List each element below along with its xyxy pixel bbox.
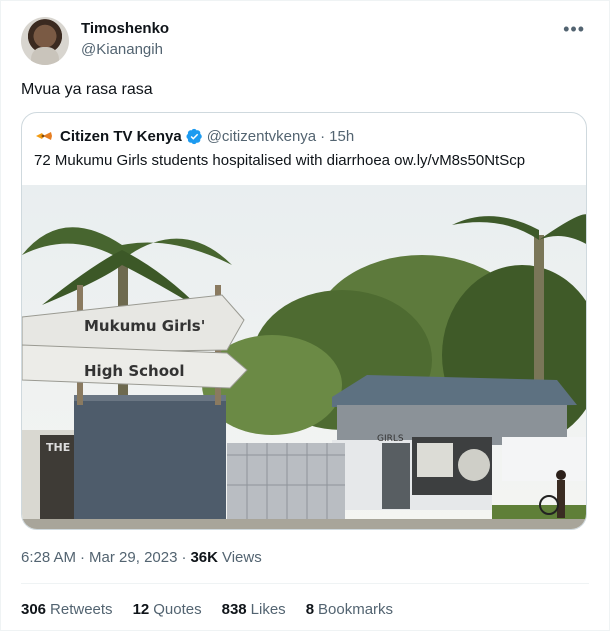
quotes-count: 12 [132, 601, 150, 618]
citizen-tv-logo-icon [34, 126, 54, 146]
likes-stat[interactable]: 838 Likes [222, 601, 286, 618]
retweets-count: 306 [21, 601, 47, 618]
retweets-stat[interactable]: 306 Retweets [21, 601, 113, 618]
quoted-header: Citizen TV Kenya @citizentvkenya · 15h [34, 126, 354, 146]
tweet-card: Timoshenko @Kianangih ••• Mvua ya rasa r… [0, 0, 610, 631]
quotes-stat[interactable]: 12 Quotes [133, 601, 202, 618]
divider [21, 583, 589, 584]
engagement-stats: 306 Retweets 12 Quotes 838 Likes 8 Bookmarks [21, 601, 393, 618]
views-label: Views [221, 549, 262, 566]
author-name[interactable]: Timoshenko [81, 20, 169, 37]
quoted-photo[interactable]: GIRLS THE Mukumu Girls' High School [22, 185, 587, 530]
quoted-author-name[interactable]: Citizen TV Kenya [60, 128, 182, 145]
likes-label: Likes [250, 601, 286, 618]
views-count: 36K [190, 549, 218, 566]
bookmarks-count: 8 [305, 601, 315, 618]
tweet-time[interactable]: 6:28 AM [21, 549, 76, 566]
verified-badge-icon [186, 128, 202, 144]
quoted-separator: · [320, 127, 326, 145]
gate-label-left: THE [46, 441, 70, 454]
tweet-date[interactable]: Mar 29, 2023 [89, 549, 177, 566]
likes-count: 838 [221, 601, 247, 618]
sign-top-text: Mukumu Girls' [84, 317, 205, 335]
gate-label-right: GIRLS [377, 434, 404, 444]
more-options-icon[interactable]: ••• [563, 19, 585, 40]
tweet-meta: 6:28 AM · Mar 29, 2023 · 36K Views [21, 549, 262, 566]
quoted-text: 72 Mukumu Girls students hospitalised wi… [34, 152, 526, 169]
avatar[interactable] [21, 17, 69, 65]
sign-bottom-text: High School [84, 362, 184, 380]
meta-separator: · [181, 549, 187, 566]
quoted-author-handle[interactable]: @citizentvkenya [207, 128, 316, 145]
retweets-label: Retweets [50, 601, 113, 618]
quoted-timestamp[interactable]: 15h [329, 128, 354, 145]
quoted-tweet[interactable]: Citizen TV Kenya @citizentvkenya · 15h 7… [21, 112, 587, 530]
quotes-label: Quotes [153, 601, 202, 618]
bookmarks-stat[interactable]: 8 Bookmarks [306, 601, 393, 618]
meta-separator: · [80, 549, 86, 566]
author-handle[interactable]: @Kianangih [81, 41, 163, 58]
bookmarks-label: Bookmarks [318, 601, 394, 618]
tweet-text: Mvua ya rasa rasa [21, 81, 153, 98]
